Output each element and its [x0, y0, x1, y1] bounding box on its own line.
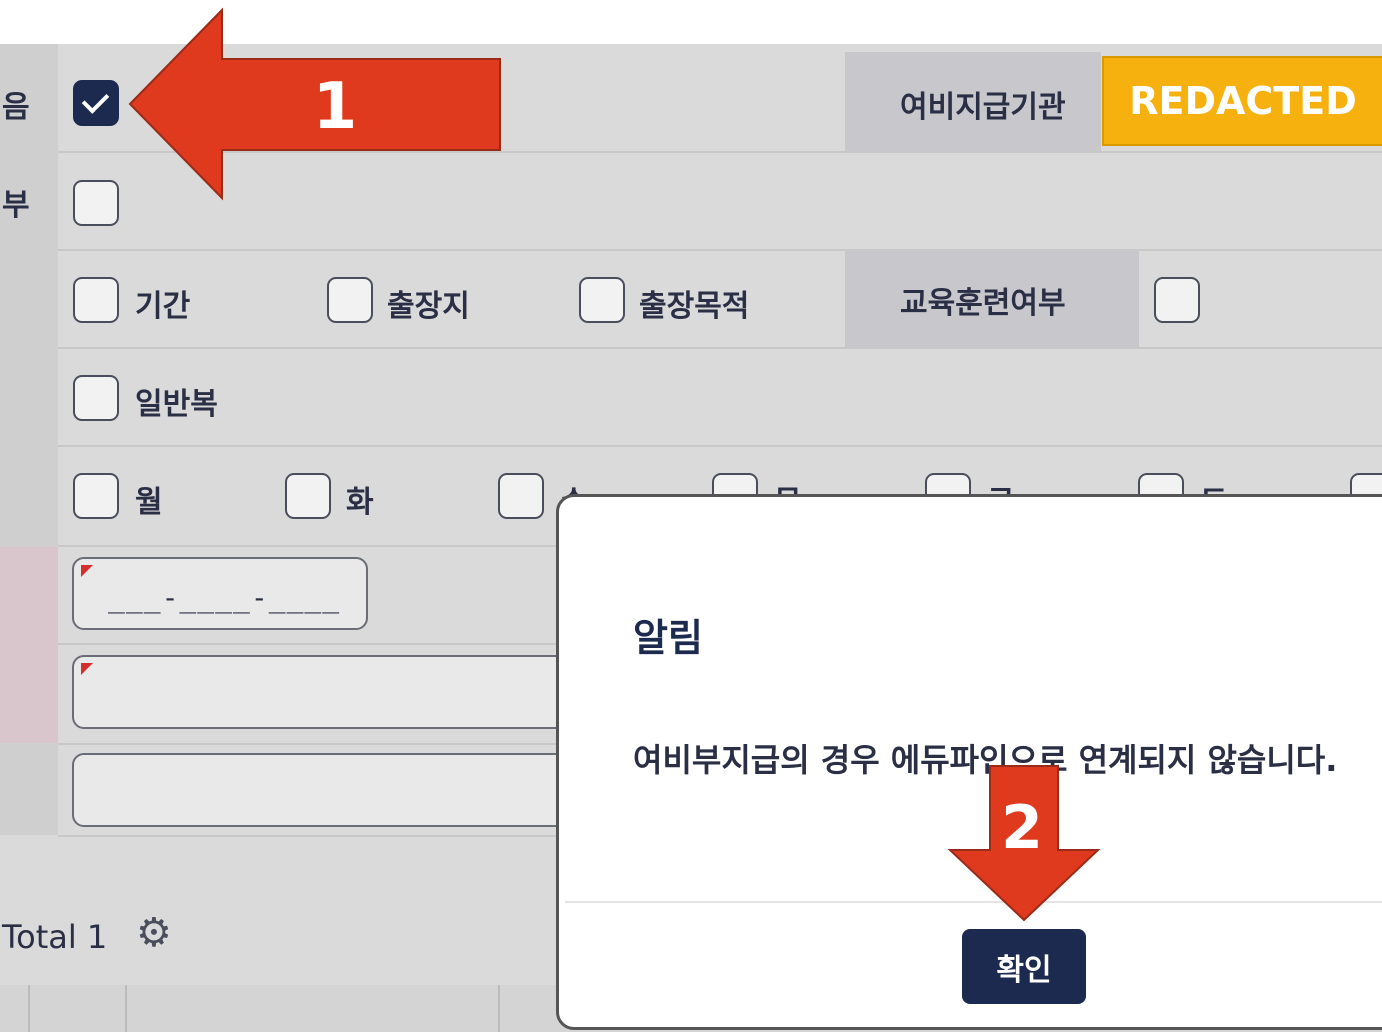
arrow2-number: 2: [1001, 793, 1043, 863]
annotation-arrow-2: 2: [947, 765, 1101, 922]
